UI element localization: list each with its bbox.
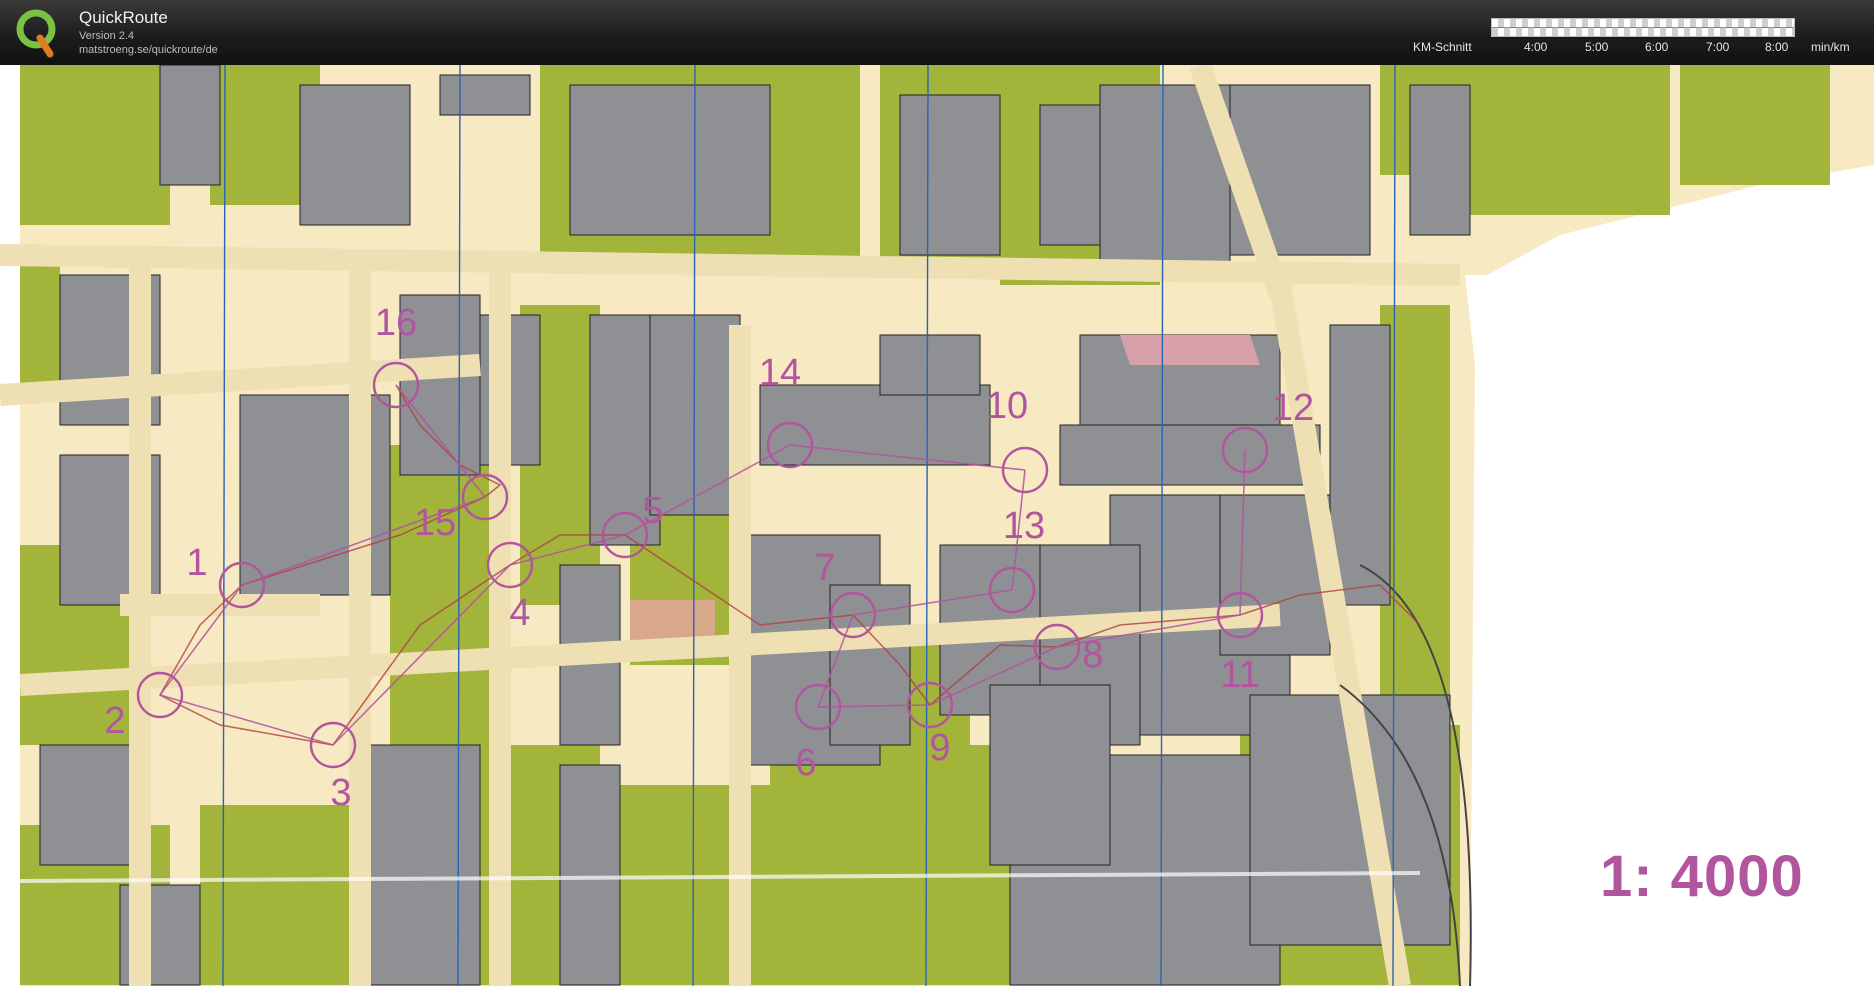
map-scale-label: 1: 4000 — [1600, 844, 1804, 909]
control-label: 10 — [986, 385, 1028, 427]
control-label: 12 — [1272, 387, 1314, 429]
app-title: QuickRoute — [79, 8, 168, 27]
map-viewport[interactable]: 1 2 3 4 5 6 7 8 9 10 11 12 13 14 15 16 1: 4000 — [0, 65, 1874, 986]
control-label: 8 — [1082, 634, 1103, 676]
control-label: 16 — [375, 302, 417, 344]
control-label: 11 — [1220, 654, 1259, 696]
control-label: 9 — [929, 727, 950, 769]
control-label: 7 — [814, 547, 835, 589]
app-version: Version 2.4 — [79, 30, 135, 42]
legend-tick: 8:00 — [1765, 40, 1789, 54]
control-label: 13 — [1003, 505, 1045, 547]
quickroute-logo-icon — [16, 9, 56, 58]
orienteering-map[interactable]: 12345678910111213141516 — [0, 65, 1874, 986]
legend-tick: 5:00 — [1585, 40, 1609, 54]
control-label: 4 — [509, 592, 530, 634]
control-label: 3 — [330, 772, 351, 814]
legend-tick: 4:00 — [1524, 40, 1548, 54]
legend-label: KM-Schnitt — [1413, 40, 1472, 54]
pace-legend-bar[interactable] — [1491, 18, 1795, 37]
control-label: 6 — [795, 742, 816, 784]
legend-tick: 7:00 — [1706, 40, 1730, 54]
control-label: 1 — [186, 542, 207, 584]
control-label: 5 — [642, 490, 663, 532]
legend-tick: 6:00 — [1645, 40, 1669, 54]
control-label: 15 — [414, 502, 456, 544]
app-header: QuickRoute Version 2.4 matstroeng.se/qui… — [0, 0, 1874, 65]
legend-unit: min/km — [1811, 40, 1850, 54]
app-url-link[interactable]: matstroeng.se/quickroute/de — [79, 44, 218, 56]
control-label: 14 — [759, 352, 801, 394]
control-label: 2 — [104, 700, 125, 742]
